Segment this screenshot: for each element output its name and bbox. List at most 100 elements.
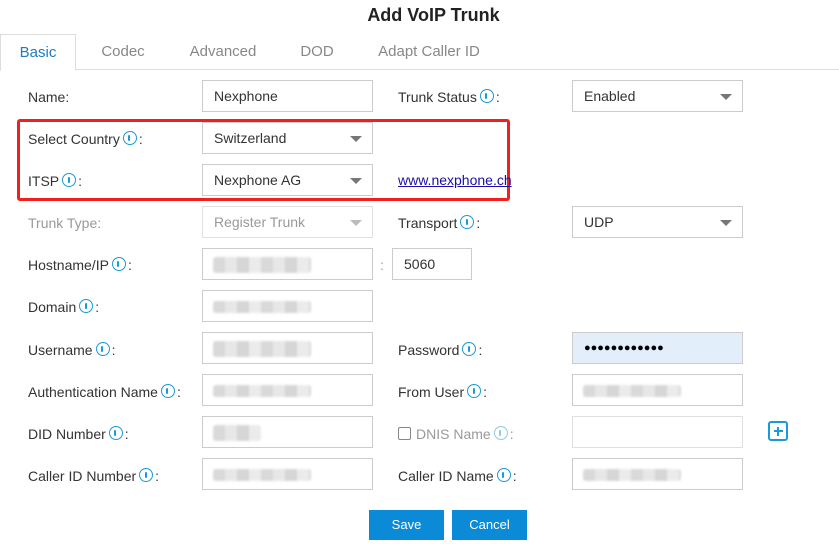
caller-id-name-label-text: Caller ID Name — [398, 468, 494, 484]
colon: : — [124, 426, 129, 442]
caller-id-number-label: Caller ID Number: — [28, 467, 159, 485]
info-icon[interactable] — [95, 342, 110, 356]
trunk-status-label: Trunk Status: — [398, 88, 500, 106]
chevron-down-icon — [720, 94, 732, 100]
itsp-label: ITSP: — [28, 172, 82, 190]
info-icon[interactable] — [460, 215, 475, 229]
info-icon[interactable] — [160, 384, 175, 398]
info-icon[interactable] — [62, 173, 77, 187]
info-icon[interactable] — [111, 257, 126, 271]
info-icon[interactable] — [122, 131, 137, 145]
dialog-title: Add VoIP Trunk — [367, 5, 500, 25]
tab-adapt-caller-id[interactable]: Adapt Caller ID — [368, 34, 490, 70]
did-number-input[interactable] — [202, 416, 373, 448]
colon: : — [95, 299, 100, 315]
trunk-type-value: Register Trunk — [214, 214, 306, 230]
redacted-value — [213, 257, 311, 273]
tab-dod[interactable]: DOD — [290, 34, 344, 70]
from-user-label-text: From User — [398, 384, 465, 400]
colon: : — [127, 257, 132, 273]
info-icon[interactable] — [479, 89, 494, 103]
colon: : — [495, 89, 500, 105]
select-country-label-text: Select Country — [28, 131, 120, 147]
dnis-name-label-text: DNIS Name — [416, 426, 491, 442]
colon: : — [509, 426, 514, 442]
trunk-status-select[interactable]: Enabled — [572, 80, 743, 112]
info-icon[interactable] — [462, 342, 477, 356]
domain-input[interactable] — [202, 290, 373, 322]
password-label-text: Password — [398, 342, 460, 358]
username-label-text: Username — [28, 342, 93, 358]
dnis-name-checkbox[interactable] — [398, 427, 411, 440]
transport-select[interactable]: UDP — [572, 206, 743, 238]
redacted-value — [213, 385, 311, 397]
hostname-input[interactable] — [202, 248, 373, 280]
caller-id-name-label: Caller ID Name: — [398, 467, 517, 485]
hostname-label-text: Hostname/IP — [28, 257, 109, 273]
info-icon[interactable] — [493, 426, 508, 440]
dnis-name-input[interactable] — [572, 416, 743, 448]
port-separator: : — [380, 257, 384, 273]
redacted-value — [213, 425, 261, 441]
colon: : — [111, 342, 116, 358]
trunk-status-label-text: Trunk Status — [398, 89, 477, 105]
redacted-value — [583, 385, 681, 397]
info-icon[interactable] — [139, 468, 154, 482]
itsp-website-link[interactable]: www.nexphone.ch — [398, 172, 512, 188]
name-input[interactable]: Nexphone — [202, 80, 373, 112]
colon: : — [176, 384, 181, 400]
domain-label-text: Domain — [28, 299, 77, 315]
select-country-label: Select Country: — [28, 130, 143, 148]
auth-name-input[interactable] — [202, 374, 373, 406]
transport-label: Transport: — [398, 214, 480, 232]
caller-id-name-input[interactable] — [572, 458, 743, 490]
username-label: Username: — [28, 341, 115, 359]
password-label: Password: — [398, 341, 482, 359]
itsp-select[interactable]: Nexphone AG — [202, 164, 373, 196]
chevron-down-icon — [350, 220, 362, 226]
transport-value: UDP — [584, 214, 614, 230]
add-dnis-button[interactable] — [768, 421, 788, 441]
info-icon[interactable] — [467, 384, 482, 398]
did-number-label: DID Number: — [28, 425, 129, 443]
domain-label: Domain: — [28, 298, 99, 316]
tab-advanced[interactable]: Advanced — [180, 34, 266, 70]
itsp-label-text: ITSP — [28, 173, 60, 189]
trunk-status-value: Enabled — [584, 88, 636, 104]
dnis-name-label: DNIS Name: — [398, 425, 514, 443]
colon: : — [483, 384, 488, 400]
from-user-label: From User: — [398, 383, 487, 401]
password-input[interactable]: ●●●●●●●●●●●● — [572, 332, 743, 364]
info-icon[interactable] — [496, 468, 511, 482]
redacted-value — [213, 469, 311, 481]
info-icon[interactable] — [79, 299, 94, 313]
redacted-value — [213, 301, 311, 313]
chevron-down-icon — [350, 178, 362, 184]
username-input[interactable] — [202, 332, 373, 364]
transport-label-text: Transport — [398, 215, 458, 231]
redacted-value — [213, 341, 311, 357]
colon: : — [476, 215, 481, 231]
colon: : — [155, 468, 160, 484]
caller-id-number-input[interactable] — [202, 458, 373, 490]
port-input[interactable]: 5060 — [392, 248, 472, 280]
tab-basic[interactable]: Basic — [0, 34, 76, 71]
trunk-type-select: Register Trunk — [202, 206, 373, 238]
did-number-label-text: DID Number — [28, 426, 106, 442]
redacted-value — [583, 469, 681, 481]
tab-codec[interactable]: Codec — [88, 34, 158, 70]
tab-bar: Basic Codec Advanced DOD Adapt Caller ID — [0, 34, 839, 71]
info-icon[interactable] — [108, 426, 123, 440]
caller-id-number-label-text: Caller ID Number — [28, 468, 137, 484]
trunk-type-label: Trunk Type: — [28, 215, 102, 231]
chevron-down-icon — [720, 220, 732, 226]
save-button[interactable]: Save — [369, 510, 444, 540]
colon: : — [512, 468, 517, 484]
select-country-value: Switzerland — [214, 130, 287, 146]
cancel-button[interactable]: Cancel — [452, 510, 527, 540]
from-user-input[interactable] — [572, 374, 743, 406]
select-country-select[interactable]: Switzerland — [202, 122, 373, 154]
itsp-value: Nexphone AG — [214, 172, 302, 188]
auth-name-label-text: Authentication Name — [28, 384, 158, 400]
name-label: Name: — [28, 89, 70, 105]
